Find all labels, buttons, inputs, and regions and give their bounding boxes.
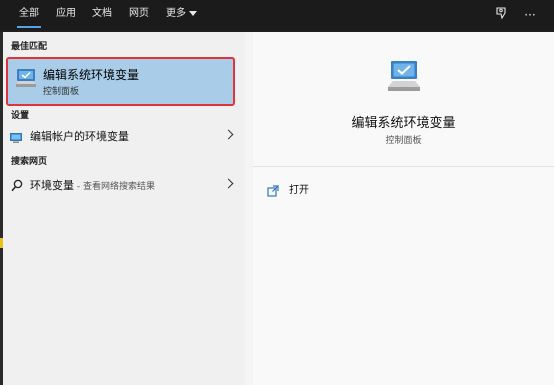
tab-apps[interactable]: 应用: [56, 0, 76, 30]
more-options-icon[interactable]: ···: [521, 6, 539, 24]
tab-all[interactable]: 全部: [17, 0, 41, 30]
results-pane: 最佳匹配 编辑系统环境变量 控制面板 设置 编辑帐户的环境变量 搜索网页 环境变…: [3, 32, 245, 385]
web-result-hint: - 查看网络搜索结果: [74, 182, 155, 192]
settings-result-item[interactable]: 编辑帐户的环境变量: [3, 123, 245, 147]
web-result-query: 环境变量: [30, 179, 74, 192]
chevron-down-icon: [189, 10, 197, 16]
search-icon: [11, 177, 23, 196]
detail-title: 编辑系统环境变量: [351, 116, 456, 131]
search-scope-bar: 全部 应用 文档 网页 更多 ···: [0, 0, 554, 30]
best-match-subtitle: 控制面板: [43, 87, 80, 97]
best-match-title: 编辑系统环境变量: [43, 68, 140, 82]
chevron-right-icon[interactable]: [223, 178, 234, 189]
section-web-search: 搜索网页: [11, 157, 48, 167]
chevron-right-icon[interactable]: [223, 129, 234, 140]
open-action-label: 打开: [289, 185, 309, 196]
more-label: 更多: [166, 8, 186, 19]
control-panel-icon: [384, 58, 424, 100]
tab-web[interactable]: 网页: [129, 0, 149, 30]
open-icon: [267, 182, 279, 201]
detail-pane: 编辑系统环境变量 控制面板 打开: [253, 32, 554, 385]
best-match-item[interactable]: 编辑系统环境变量 控制面板: [6, 57, 235, 106]
open-action[interactable]: 打开: [265, 179, 535, 201]
section-settings: 设置: [11, 111, 30, 121]
detail-divider: [253, 166, 554, 167]
pane-gap: [245, 32, 253, 385]
settings-result-label: 编辑帐户的环境变量: [30, 130, 129, 143]
web-result-item[interactable]: 环境变量 - 查看网络搜索结果: [3, 172, 245, 196]
control-panel-icon: [14, 67, 38, 93]
section-best-match: 最佳匹配: [11, 42, 48, 52]
tab-more[interactable]: 更多: [166, 0, 197, 30]
settings-monitor-icon: [9, 129, 23, 148]
tab-documents[interactable]: 文档: [92, 0, 112, 30]
feedback-icon[interactable]: [493, 6, 511, 24]
detail-subtitle: 控制面板: [385, 136, 422, 146]
